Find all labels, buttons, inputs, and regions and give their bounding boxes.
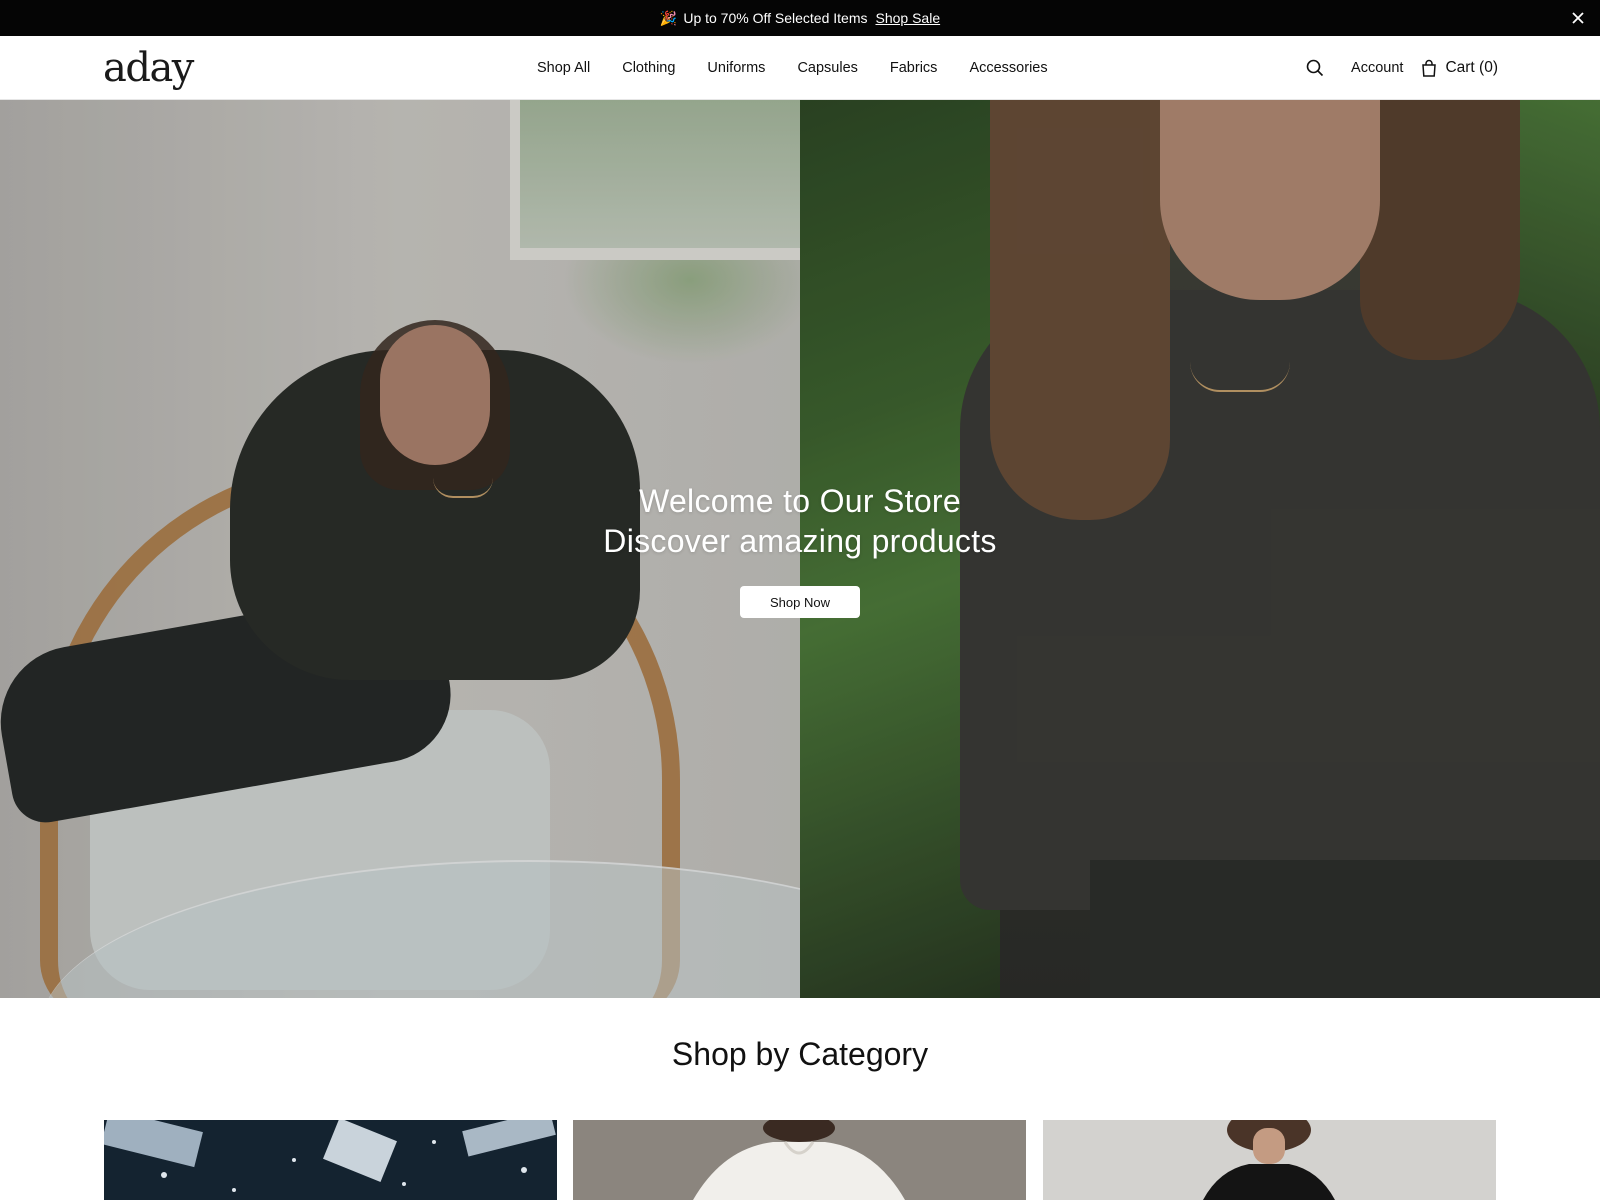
category-card-basics[interactable] (1043, 1120, 1496, 1200)
account-link[interactable]: Account (1351, 60, 1403, 76)
shopping-bag-icon (1421, 59, 1437, 77)
hero-title: Welcome to Our Store (639, 483, 961, 519)
category-card-gift[interactable] (104, 1120, 557, 1200)
nav-uniforms[interactable]: Uniforms (707, 60, 765, 76)
nav-capsules[interactable]: Capsules (797, 60, 857, 76)
logo[interactable]: aday (103, 42, 194, 94)
nav-clothing[interactable]: Clothing (622, 60, 675, 76)
category-card-tops[interactable] (573, 1120, 1026, 1200)
cart-button[interactable]: Cart (0) (1421, 59, 1498, 77)
hero-heading: Welcome to Our Store Discover amazing pr… (0, 481, 1600, 561)
header-actions: Account Cart (0) (1303, 36, 1498, 100)
hero-banner: Welcome to Our Store Discover amazing pr… (0, 100, 1600, 998)
nav-accessories[interactable]: Accessories (969, 60, 1047, 76)
search-icon[interactable] (1303, 56, 1327, 80)
hero-subtitle: Discover amazing products (603, 523, 997, 559)
nav-shop-all[interactable]: Shop All (537, 60, 590, 76)
white-blouse-image (693, 1120, 905, 1200)
close-icon[interactable] (1566, 6, 1590, 30)
gift-boxes-image (104, 1120, 556, 1192)
category-section-title: Shop by Category (671, 1036, 929, 1072)
announcement-bar: 🎉 Up to 70% Off Selected Items Shop Sale (0, 0, 1600, 36)
announcement-text: Up to 70% Off Selected Items (683, 10, 868, 26)
shop-now-button[interactable]: Shop Now (740, 586, 860, 618)
cart-label: Cart (0) (1445, 59, 1498, 76)
site-header: aday Shop All Clothing Uniforms Capsules… (0, 36, 1600, 100)
nav-fabrics[interactable]: Fabrics (890, 60, 938, 76)
main-nav: Shop All Clothing Uniforms Capsules Fabr… (537, 36, 1048, 100)
black-tee-image (1203, 1120, 1335, 1200)
party-icon: 🎉 (659, 9, 678, 26)
shop-sale-link[interactable]: Shop Sale (876, 10, 941, 26)
